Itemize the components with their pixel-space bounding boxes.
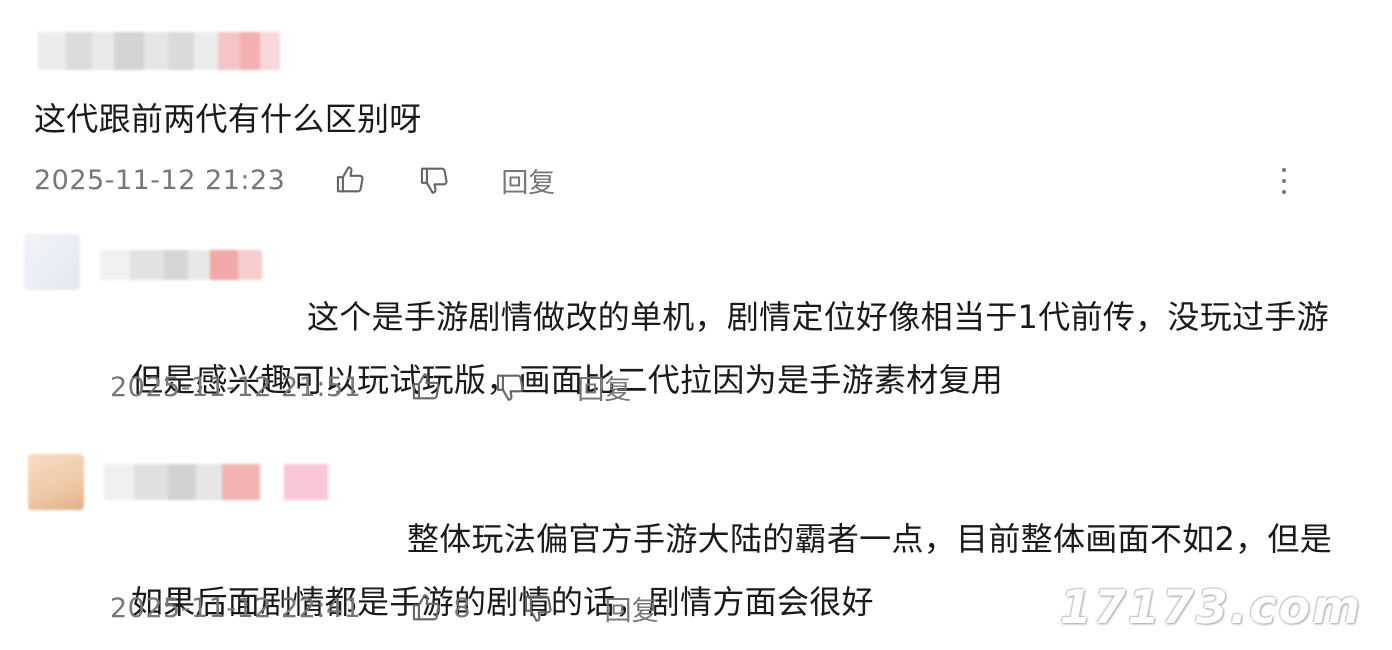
like-button[interactable] [333,163,367,197]
dislike-button[interactable] [521,591,555,625]
more-options-button[interactable] [1274,164,1294,198]
reply-button[interactable]: 回复 [605,589,659,628]
comment-text: 这代跟前两代有什么区别呀 [34,100,422,138]
thumbs-up-icon [413,373,440,400]
thumbs-up-icon [413,594,440,621]
comment-timestamp: 2025-11-12 21:23 [34,164,286,196]
avatar[interactable] [28,454,84,510]
comment-timestamp: 2025-11-12 21:51 [110,371,362,403]
comment-meta: 2025-11-12 21:23 回复 [34,160,555,200]
thumbs-down-icon [421,167,448,194]
comment-timestamp: 2025-11-12 22:41 [110,592,362,624]
thumbs-down-icon [497,374,524,401]
reply-button[interactable]: 回复 [501,161,555,200]
blurred-username [38,32,280,70]
comment-meta: 2025-11-12 22:41 8 回复 [110,588,659,628]
avatar[interactable] [24,234,80,290]
like-count: 8 [453,592,471,624]
more-vertical-icon [1282,168,1286,172]
blurred-username [104,464,372,500]
dislike-button[interactable] [417,163,451,197]
like-button[interactable] [409,370,443,404]
blurred-username [100,250,262,280]
dislike-button[interactable] [493,370,527,404]
like-button[interactable]: 8 [409,591,471,625]
thumbs-down-icon [524,595,552,622]
thumbs-up-icon [337,166,364,193]
reply-button[interactable]: 回复 [577,368,631,407]
comment-meta: 2025-11-12 21:51 回复 [110,367,631,407]
watermark-logo: 17173.com [1059,580,1362,634]
